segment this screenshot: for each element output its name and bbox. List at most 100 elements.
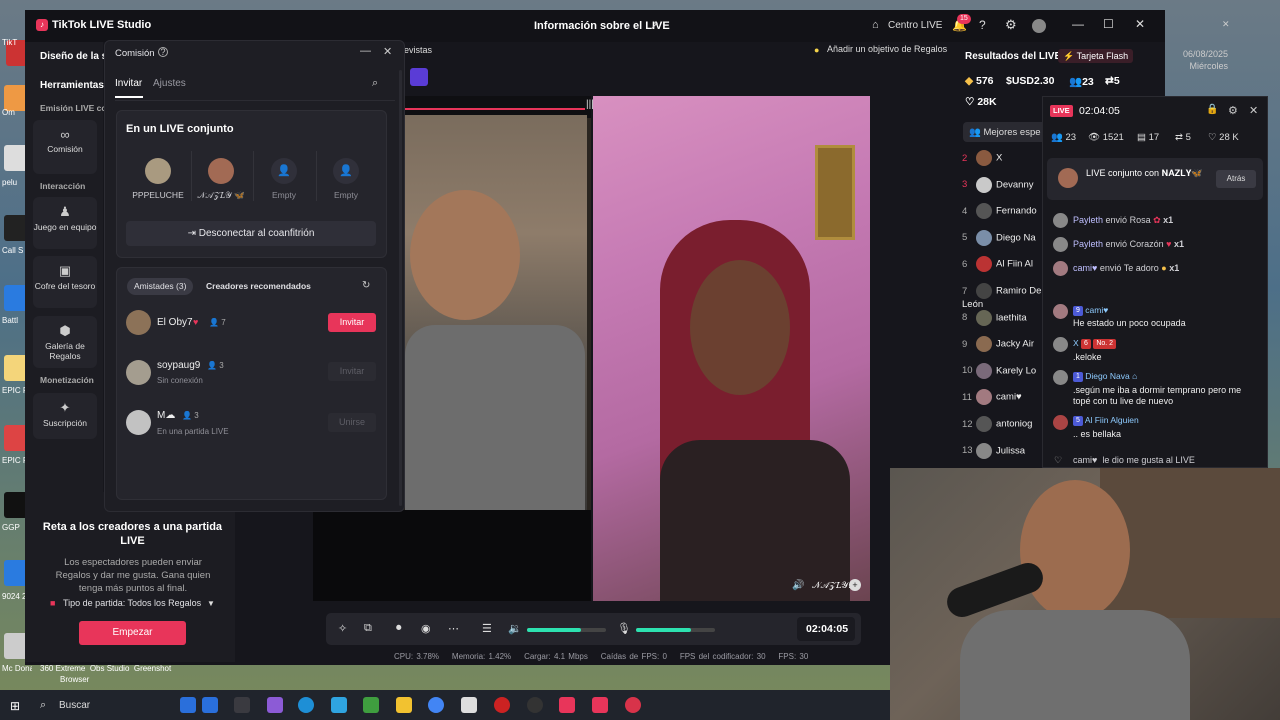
- chrome-icon[interactable]: [428, 697, 444, 713]
- camera-switch-icon[interactable]: ◉: [421, 622, 431, 635]
- recommended-filter-pill[interactable]: Creadores recomendados: [199, 278, 318, 295]
- taskbar-search[interactable]: Buscar: [59, 700, 90, 711]
- copilot-icon[interactable]: [267, 697, 283, 713]
- app-icon[interactable]: [363, 697, 379, 713]
- record-icon[interactable]: ⏺: [396, 622, 402, 635]
- empty-slot-icon[interactable]: 👤: [271, 158, 297, 184]
- tiktok-icon[interactable]: [592, 697, 608, 713]
- treasure-chest-tile[interactable]: ▣ Cofre del tesoro: [33, 256, 97, 308]
- centro-live-link[interactable]: Centro LIVE: [888, 20, 942, 31]
- like-event: cami♥ le dio me gusta al LIVE: [1073, 455, 1195, 465]
- minimize-button[interactable]: —: [1072, 17, 1084, 31]
- team-game-tile[interactable]: ♟ Juego en equipo: [33, 197, 97, 249]
- opera-icon[interactable]: [625, 697, 641, 713]
- subscription-tile[interactable]: ✦ Suscripción: [33, 393, 97, 439]
- gear-icon[interactable]: ⚙: [1228, 104, 1238, 117]
- add-goal-button[interactable]: Añadir un objetivo de Regalos: [827, 44, 947, 54]
- chevron-down-icon[interactable]: ▼: [207, 599, 215, 608]
- obs-icon[interactable]: [527, 697, 543, 713]
- refresh-icon[interactable]: ↻: [362, 280, 370, 291]
- app-icon[interactable]: [331, 697, 347, 713]
- ranking-row[interactable]: 4 Fernando: [962, 203, 1042, 223]
- invite-button[interactable]: Invitar: [328, 313, 376, 332]
- avatar: [976, 256, 992, 273]
- ranking-row[interactable]: 3 Devanny: [962, 176, 1042, 197]
- magic-wand-icon[interactable]: ✧: [338, 622, 347, 635]
- ranking-row[interactable]: 6 Al Fiin Al: [962, 256, 1042, 276]
- start-button[interactable]: Empezar: [79, 621, 186, 645]
- gear-icon[interactable]: ⚙: [1005, 17, 1017, 33]
- maximize-button[interactable]: ☐: [1103, 17, 1114, 31]
- info-icon[interactable]: ?: [158, 47, 168, 57]
- rank-name: Diego Na: [996, 232, 1036, 244]
- folder-icon[interactable]: [396, 697, 412, 713]
- layout-icon[interactable]: ⧉: [364, 622, 372, 635]
- close-panel-button[interactable]: ✕: [383, 45, 392, 58]
- volume-slider[interactable]: [527, 628, 606, 632]
- avatar: [1053, 370, 1068, 385]
- tiktok-studio-icon[interactable]: [559, 697, 575, 713]
- friends-filter-pill[interactable]: Amistades (3): [127, 278, 194, 295]
- ranking-row[interactable]: 2X: [962, 150, 1042, 170]
- invite-button-disabled[interactable]: Invitar: [328, 362, 376, 381]
- panel-scrollbar[interactable]: [399, 70, 402, 506]
- search-icon[interactable]: ⌕: [372, 77, 378, 90]
- help-icon[interactable]: ?: [979, 18, 986, 32]
- gift-gallery-tile[interactable]: ⬢ Galería de Regalos: [33, 316, 97, 368]
- avatar[interactable]: [1032, 19, 1046, 33]
- join-button-disabled[interactable]: Unirse: [328, 413, 376, 432]
- top-viewers-tab[interactable]: 👥 Mejores espe: [963, 122, 1053, 142]
- task-view-icon[interactable]: [234, 697, 250, 713]
- widget-icon[interactable]: [410, 68, 428, 86]
- app-icon[interactable]: [202, 697, 218, 713]
- ranking-row[interactable]: 8 laethita: [962, 309, 1042, 330]
- app-icon[interactable]: [494, 697, 510, 713]
- ranking-row[interactable]: 5 Diego Na: [962, 229, 1042, 250]
- diamond-icon: ◆: [965, 75, 974, 87]
- avatar: [976, 203, 992, 220]
- close-icon[interactable]: ✕: [1222, 19, 1230, 30]
- ranking-row[interactable]: 7 Ramiro De León: [962, 283, 1042, 310]
- more-icon[interactable]: ⋯: [448, 622, 459, 635]
- avatar: [1053, 261, 1068, 276]
- home-icon[interactable]: ⌂: [872, 19, 879, 31]
- avatar[interactable]: [208, 158, 234, 184]
- commission-tile[interactable]: ∞ Comisión: [33, 120, 97, 174]
- settings-sliders-icon[interactable]: ☰: [482, 622, 492, 635]
- microphone-icon[interactable]: 🎙: [617, 622, 631, 635]
- tab-invite[interactable]: Invitar: [115, 78, 142, 89]
- volume-icon[interactable]: 🔉: [508, 622, 522, 635]
- add-icon[interactable]: +: [849, 579, 861, 591]
- ranking-row[interactable]: 10 Karely Lo: [962, 362, 1042, 383]
- avatar[interactable]: [145, 158, 171, 184]
- disconnect-cohost-button[interactable]: ⇥ Desconectar al coanfitrión: [126, 221, 376, 246]
- speaker-icon[interactable]: 🔊: [792, 580, 804, 591]
- mic-level-slider[interactable]: [636, 628, 715, 632]
- close-button[interactable]: ✕: [1135, 17, 1145, 31]
- tab-settings[interactable]: Ajustes: [153, 78, 186, 89]
- tab-reviews[interactable]: evistas: [404, 45, 432, 55]
- share-icon[interactable]: ↗: [650, 19, 659, 32]
- empty-slot-icon[interactable]: 👤: [333, 158, 359, 184]
- close-icon[interactable]: ✕: [1249, 104, 1258, 117]
- rank-name: X: [996, 152, 1003, 164]
- windows-start-icon[interactable]: ⊞: [10, 699, 20, 713]
- ranking-row[interactable]: 9 Jacky Air: [962, 336, 1042, 356]
- ranking-row[interactable]: 11 cami♥: [962, 389, 1042, 409]
- ranking-row[interactable]: 12 antoniog: [962, 416, 1042, 436]
- app-icon[interactable]: [180, 697, 196, 713]
- minimize-panel-button[interactable]: —: [360, 45, 371, 57]
- lock-icon[interactable]: 🔒: [1206, 104, 1218, 115]
- desktop-icon-label: Mc Donald: [2, 664, 32, 673]
- ranking-row[interactable]: 13 Julissa: [962, 442, 1042, 463]
- app-icon[interactable]: [461, 697, 477, 713]
- heart-icon: ♡: [965, 96, 975, 108]
- flash-card-badge[interactable]: ⚡ Tarjeta Flash: [1058, 49, 1134, 63]
- date-display: 06/08/2025 Miércoles: [1182, 49, 1228, 71]
- back-button[interactable]: Atrás: [1216, 170, 1256, 188]
- avatar: [1053, 213, 1068, 228]
- edge-icon[interactable]: [298, 697, 314, 713]
- match-type-select[interactable]: Tipo de partida: Todos los Regalos: [63, 598, 201, 608]
- avatar: [976, 362, 992, 379]
- search-icon: ⌕: [40, 699, 47, 711]
